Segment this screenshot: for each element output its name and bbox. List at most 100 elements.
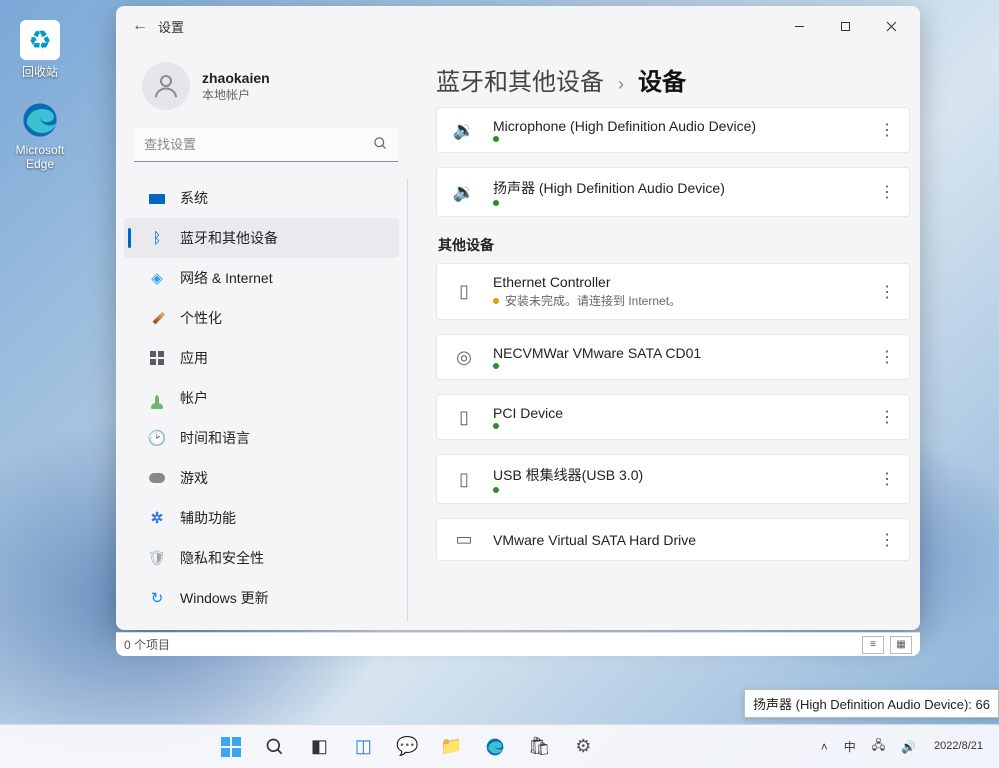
recycle-bin-icon: ♻ [20,20,60,60]
breadcrumb: 蓝牙和其他设备 › 设备 [436,62,910,97]
nav-gaming[interactable]: 游戏 [124,458,399,498]
more-button[interactable]: ⋮ [871,120,903,140]
nav-apps[interactable]: 应用 [124,338,399,378]
nav-label: 时间和语言 [180,428,250,448]
desktop-icon-label: 回收站 [22,63,58,80]
device-card-vmware-hdd[interactable]: ▭ VMware Virtual SATA Hard Drive ⋮ [436,518,910,561]
desktop-icon-edge[interactable]: Microsoft Edge [4,100,76,171]
nav-label: 个性化 [180,308,222,328]
view-list-button[interactable]: ≡ [862,636,884,654]
shield-icon: 🛡 [148,549,166,567]
speaker-icon: 🔉 [451,182,477,203]
avatar [142,62,190,110]
widgets-button[interactable]: ◫ [344,729,382,765]
status-dot [493,298,499,304]
status-dot [493,136,499,142]
device-card-microphone[interactable]: 🔉 Microphone (High Definition Audio Devi… [436,107,910,153]
taskbar-search-button[interactable] [256,729,294,765]
device-icon: ▯ [451,407,477,428]
status-dot [493,200,499,206]
nav-windows-update[interactable]: ↻ Windows 更新 [124,578,399,618]
device-icon: ▯ [451,469,477,490]
device-card-cdrom[interactable]: ◎ NECVMWar VMware SATA CD01 ⋮ [436,334,910,380]
window-titlebar: ← 设置 [116,6,920,46]
more-button[interactable]: ⋮ [871,282,903,302]
network-icon[interactable]: 🖧 [866,736,891,757]
store-button[interactable]: 🛍 [520,729,558,765]
view-grid-button[interactable]: ▦ [890,636,912,654]
account-row[interactable]: zhaokaien 本地帐户 [124,54,408,124]
more-button[interactable]: ⋮ [871,530,903,550]
nav-label: 应用 [180,348,208,368]
clock-icon: 🕑 [148,429,166,447]
windows-icon [221,737,241,757]
device-card-speaker[interactable]: 🔉 扬声器 (High Definition Audio Device) ⋮ [436,167,910,217]
nav-label: 帐户 [180,388,208,408]
drive-icon: ▭ [451,529,477,550]
device-card-ethernet[interactable]: ▯ Ethernet Controller 安装未完成。请连接到 Interne… [436,263,910,320]
desktop-icon-label: Microsoft Edge [4,143,76,171]
nav-time-language[interactable]: 🕑 时间和语言 [124,418,399,458]
nav-label: 系统 [180,188,208,208]
device-title: 扬声器 (High Definition Audio Device) [493,178,855,198]
device-card-usb-hub[interactable]: ▯ USB 根集线器(USB 3.0) ⋮ [436,454,910,504]
tray-overflow-button[interactable]: ˄ [815,740,834,754]
nav-label: Windows 更新 [180,588,269,608]
person-icon [155,395,159,403]
nav-label: 游戏 [180,468,208,488]
settings-taskbar-button[interactable]: ⚙ [564,729,602,765]
nav-accessibility[interactable]: ✲ 辅助功能 [124,498,399,538]
file-explorer-button[interactable]: 📁 [432,729,470,765]
monitor-icon [149,194,165,204]
status-dot [493,363,499,369]
status-dot [493,487,499,493]
device-title: USB 根集线器(USB 3.0) [493,465,855,485]
back-button[interactable]: ← [122,17,158,35]
nav-privacy[interactable]: 🛡 隐私和安全性 [124,538,399,578]
more-button[interactable]: ⋮ [871,182,903,202]
close-button[interactable] [868,10,914,42]
start-button[interactable] [212,729,250,765]
nav-label: 辅助功能 [180,508,236,528]
minimize-button[interactable] [776,10,822,42]
ime-indicator[interactable]: 中 [838,738,862,755]
bluetooth-icon: ᛒ [148,230,166,247]
more-button[interactable]: ⋮ [871,347,903,367]
nav-personalization[interactable]: 个性化 [124,298,399,338]
edge-icon [20,100,60,140]
nav-label: 隐私和安全性 [180,548,264,568]
brush-icon [153,312,166,325]
device-title: VMware Virtual SATA Hard Drive [493,532,855,548]
task-view-button[interactable]: ◧ [300,729,338,765]
nav-network[interactable]: ◈网络 & Internet [124,258,399,298]
status-dot [493,423,499,429]
nav-bluetooth-devices[interactable]: ᛒ蓝牙和其他设备 [124,218,399,258]
search-input[interactable] [134,128,398,162]
apps-icon [150,351,164,365]
nav-label: 网络 & Internet [180,268,273,288]
volume-tooltip: 扬声器 (High Definition Audio Device): 66 [744,689,999,718]
device-title: Microphone (High Definition Audio Device… [493,118,855,134]
breadcrumb-parent[interactable]: 蓝牙和其他设备 [436,62,604,97]
device-title: Ethernet Controller [493,274,855,290]
more-button[interactable]: ⋮ [871,407,903,427]
more-button[interactable]: ⋮ [871,469,903,489]
chat-button[interactable]: 💬 [388,729,426,765]
desktop-icon-recycle-bin[interactable]: ♻ 回收站 [4,20,76,80]
accessibility-icon: ✲ [148,509,166,527]
window-title: 设置 [158,17,184,36]
edge-taskbar-button[interactable] [476,729,514,765]
update-icon: ↻ [148,589,166,607]
speaker-icon: 🔉 [451,120,477,141]
maximize-button[interactable] [822,10,868,42]
nav-accounts[interactable]: 帐户 [124,378,399,418]
breadcrumb-current: 设备 [638,62,686,97]
volume-icon[interactable]: 🔊 [895,740,922,754]
nav-system[interactable]: 系统 [124,178,399,218]
device-card-pci[interactable]: ▯ PCI Device ⋮ [436,394,910,440]
account-name: zhaokaien [202,70,270,86]
taskbar-clock[interactable]: 2022/8/21 [926,740,991,752]
settings-window: ← 设置 zhaokaien 本地帐户 [116,6,920,630]
taskbar: ◧ ◫ 💬 📁 🛍 ⚙ ˄ 中 🖧 🔊 2022/8/21 [0,724,999,768]
system-tray: ˄ 中 🖧 🔊 2022/8/21 [815,736,999,757]
